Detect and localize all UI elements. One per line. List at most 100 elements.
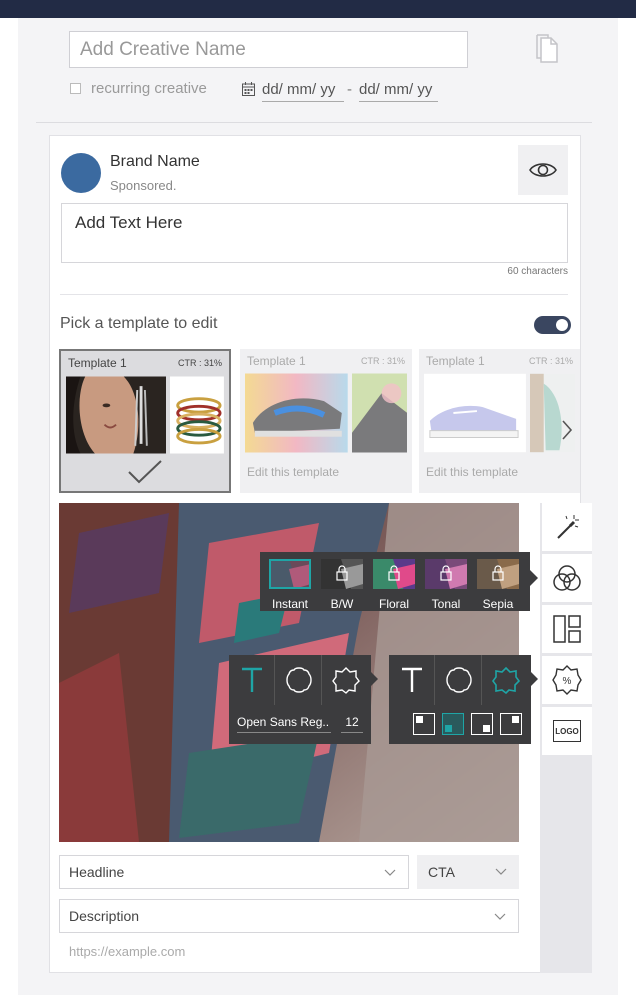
edit-template-link[interactable]: Edit this template <box>240 453 412 491</box>
position-bottom-right-button[interactable] <box>471 713 493 735</box>
filter-thumbnail <box>425 559 467 589</box>
template-card-1[interactable]: Template 1 CTR : 31% <box>59 349 231 493</box>
filter-thumbnail <box>373 559 415 589</box>
url-input[interactable]: https://example.com <box>69 944 185 959</box>
template-name: Template 1 <box>68 356 127 370</box>
eye-icon <box>529 163 557 177</box>
discount-badge-icon: % <box>552 665 582 695</box>
filter-label: Floral <box>378 597 409 611</box>
text-icon <box>401 667 422 692</box>
position-marker <box>483 725 490 732</box>
position-bottom-left-button[interactable] <box>442 713 464 735</box>
template-images <box>240 373 412 453</box>
chevron-right-icon[interactable] <box>554 413 580 447</box>
filter-label: Instant <box>271 597 309 611</box>
text-style-popover: Open Sans Reg.. 12 <box>229 655 371 744</box>
template-header: Template 1 CTR : 31% <box>61 351 229 375</box>
position-top-left-button[interactable] <box>413 713 435 735</box>
filter-bw[interactable]: B/W <box>320 559 364 611</box>
ad-text-input[interactable]: Add Text Here <box>61 203 568 263</box>
scalloped-circle-icon <box>445 667 472 693</box>
scalloped-circle-icon <box>285 667 312 693</box>
cta-select[interactable]: CTA <box>417 855 519 889</box>
earring-model-image <box>66 376 167 454</box>
template-heading: Pick a template to edit <box>60 315 218 332</box>
filter-label: Sepia <box>482 597 514 611</box>
preview-button[interactable] <box>518 145 568 195</box>
layout-button[interactable] <box>542 605 592 653</box>
tool-rail: % LOGO <box>540 503 592 973</box>
chevron-down-icon <box>384 869 396 876</box>
template-ctr: CTR : 31% <box>177 358 222 368</box>
badge-icon <box>332 667 360 694</box>
recurring-label: recurring creative <box>91 80 207 97</box>
filter-popover: Instant B/W Floral Tonal Sepia <box>260 552 530 611</box>
circle-shape-button[interactable] <box>436 655 482 705</box>
creative-name-input[interactable]: Add Creative Name <box>69 31 468 68</box>
badge-shape-button[interactable] <box>483 655 529 705</box>
popover-arrow <box>371 672 378 686</box>
calendar-icon[interactable] <box>242 82 255 96</box>
text-icon <box>241 667 262 692</box>
font-family-field[interactable]: Open Sans Reg.. <box>237 715 331 733</box>
cta-label: CTA <box>428 864 455 880</box>
filter-tonal[interactable]: Tonal <box>424 559 468 611</box>
filters-button[interactable] <box>542 554 592 602</box>
text-tool-button[interactable] <box>389 655 435 705</box>
date-separator: - <box>347 81 352 98</box>
discount-badge-button[interactable]: % <box>542 656 592 704</box>
end-date-field[interactable]: dd/ mm/ yy <box>359 81 438 102</box>
position-marker <box>445 725 452 732</box>
filters-icon <box>553 565 581 591</box>
template-toggle[interactable] <box>534 316 571 334</box>
font-size-field[interactable]: 12 <box>341 715 363 733</box>
template-name: Template 1 <box>247 354 306 368</box>
template-header: Template 1 CTR : 31% <box>240 349 412 373</box>
toggle-knob <box>556 319 568 331</box>
edit-template-link[interactable]: Edit this template <box>419 453 580 491</box>
bracelets-image <box>170 376 224 454</box>
popover-arrow <box>530 570 538 586</box>
position-top-right-button[interactable] <box>500 713 522 735</box>
sneaker-detail-image <box>351 373 407 453</box>
template-card-2[interactable]: Template 1 CTR : 31% Edit this template <box>240 349 412 493</box>
recurring-creative[interactable]: recurring creative <box>70 80 207 97</box>
template-ctr: CTR : 31% <box>360 356 405 366</box>
filter-thumbnail <box>477 559 519 589</box>
avatar <box>61 153 101 193</box>
sponsored-label: Sponsored. <box>110 178 177 193</box>
duplicate-icon[interactable] <box>535 34 559 64</box>
magic-wand-icon <box>557 515 579 539</box>
template-name: Template 1 <box>426 354 485 368</box>
headline-label: Headline <box>69 864 125 880</box>
checkmark-icon <box>128 460 162 484</box>
filter-label: Tonal <box>431 597 461 611</box>
magic-wand-button[interactable] <box>542 503 592 551</box>
character-count: 60 characters <box>507 266 568 277</box>
divider <box>60 294 568 295</box>
badge-icon <box>492 666 520 694</box>
template-header: Template 1 CTR : 31% <box>419 349 580 373</box>
text-tool-button[interactable] <box>229 655 275 705</box>
circle-shape-button[interactable] <box>276 655 322 705</box>
filter-sepia[interactable]: Sepia <box>476 559 520 611</box>
logo-icon: LOGO <box>553 720 581 742</box>
logo-button[interactable]: LOGO <box>542 707 592 755</box>
template-images <box>61 375 229 455</box>
position-marker <box>512 716 519 723</box>
divider <box>36 122 592 123</box>
description-select[interactable]: Description <box>59 899 519 933</box>
headline-select[interactable]: Headline <box>59 855 409 889</box>
filter-thumbnail <box>269 559 311 589</box>
description-label: Description <box>69 908 140 924</box>
recurring-checkbox[interactable] <box>70 83 81 94</box>
filter-thumbnail <box>321 559 363 589</box>
filter-floral[interactable]: Floral <box>372 559 416 611</box>
badge-shape-button[interactable] <box>323 655 369 705</box>
filter-instant[interactable]: Instant <box>268 559 312 611</box>
canvas-shoe-image <box>424 373 526 453</box>
layout-icon <box>553 615 581 643</box>
start-date-field[interactable]: dd/ mm/ yy <box>262 81 344 102</box>
position-marker <box>416 716 423 723</box>
filter-label: B/W <box>330 597 354 611</box>
